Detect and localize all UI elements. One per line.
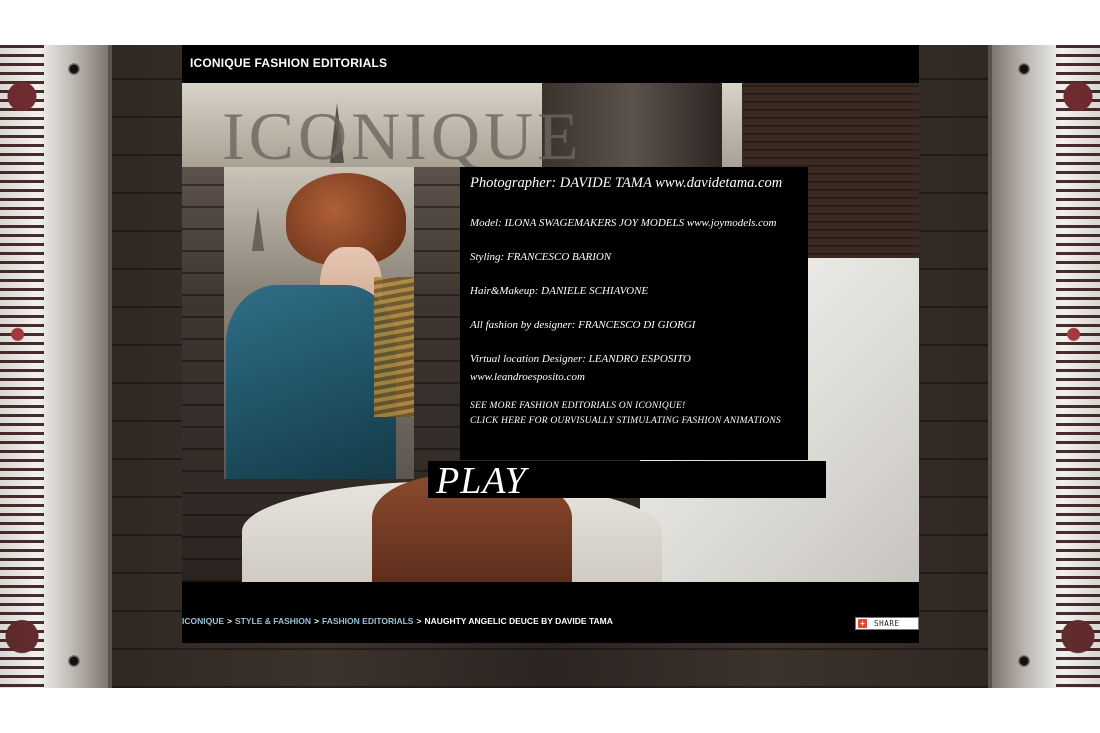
plus-icon: + [858,619,867,628]
breadcrumb-link-style-fashion[interactable]: STYLE & FASHION [235,616,311,626]
styling-credit: Styling: FRANCESCO BARION [470,251,612,263]
breadcrumb-separator: > [314,616,320,626]
photo-spire [252,207,264,251]
editorial-photo [224,167,414,479]
credits-panel: Photographer: DAVIDE TAMA www.davidetama… [460,167,808,460]
fashion-designer-credit: All fashion by designer: FRANCESCO DI GI… [470,319,696,331]
more-editorials-link[interactable]: SEE MORE FASHION EDITORIALS ON ICONIQUE! [470,399,685,413]
rivet-decoration [68,63,80,75]
footer-bar: ICONIQUE > STYLE & FASHION > FASHION EDITORI… [182,582,919,643]
photo-feather-wing [374,277,414,417]
breadcrumb: ICONIQUE > STYLE & FASHION > FASHION EDITORI… [182,616,613,626]
location-designer-credit: Virtual location Designer: LEANDRO ESPOS… [470,353,691,365]
editorial-stage: ICONIQUE Photographer: DAVIDE TAMA www.d… [182,83,919,582]
breadcrumb-separator: > [227,616,232,626]
right-lace-decoration [1056,45,1100,688]
rivet-decoration [1018,63,1030,75]
brand-watermark: ICONIQUE [222,98,583,174]
rivet-decoration [68,655,80,667]
left-lace-decoration [0,45,44,688]
play-button[interactable]: PLAY [428,460,826,502]
breadcrumb-current-page: NAUGHTY ANGELIC DEUCE BY DAVIDE TAMA [424,616,613,626]
site-title[interactable]: ICONIQUE FASHION EDITORIALS [190,56,387,70]
breadcrumb-link-fashion-editorials[interactable]: FASHION EDITORIALS [322,616,413,626]
rivet-decoration [1018,655,1030,667]
model-credit[interactable]: Model: ILONA SWAGEMAKERS JOY MODELS www.… [470,215,777,231]
header-bar: ICONIQUE FASHION EDITORIALS [182,45,919,83]
photo-model-dress [226,285,396,479]
play-button-label: PLAY [436,460,527,502]
fashion-animations-link[interactable]: CLICK HERE FOR OURVISUALLY STIMULATING F… [470,414,781,428]
photographer-credit[interactable]: Photographer: DAVIDE TAMA www.davidetama… [470,175,782,191]
breadcrumb-separator: > [416,616,422,626]
share-button-label: SHARE [874,619,900,628]
breadcrumb-link-iconique[interactable]: ICONIQUE [182,616,224,626]
share-button[interactable]: + SHARE [855,617,919,630]
location-designer-link[interactable]: www.leandroesposito.com [470,369,585,385]
hair-makeup-credit: Hair&Makeup: DANIELE SCHIAVONE [470,285,649,297]
